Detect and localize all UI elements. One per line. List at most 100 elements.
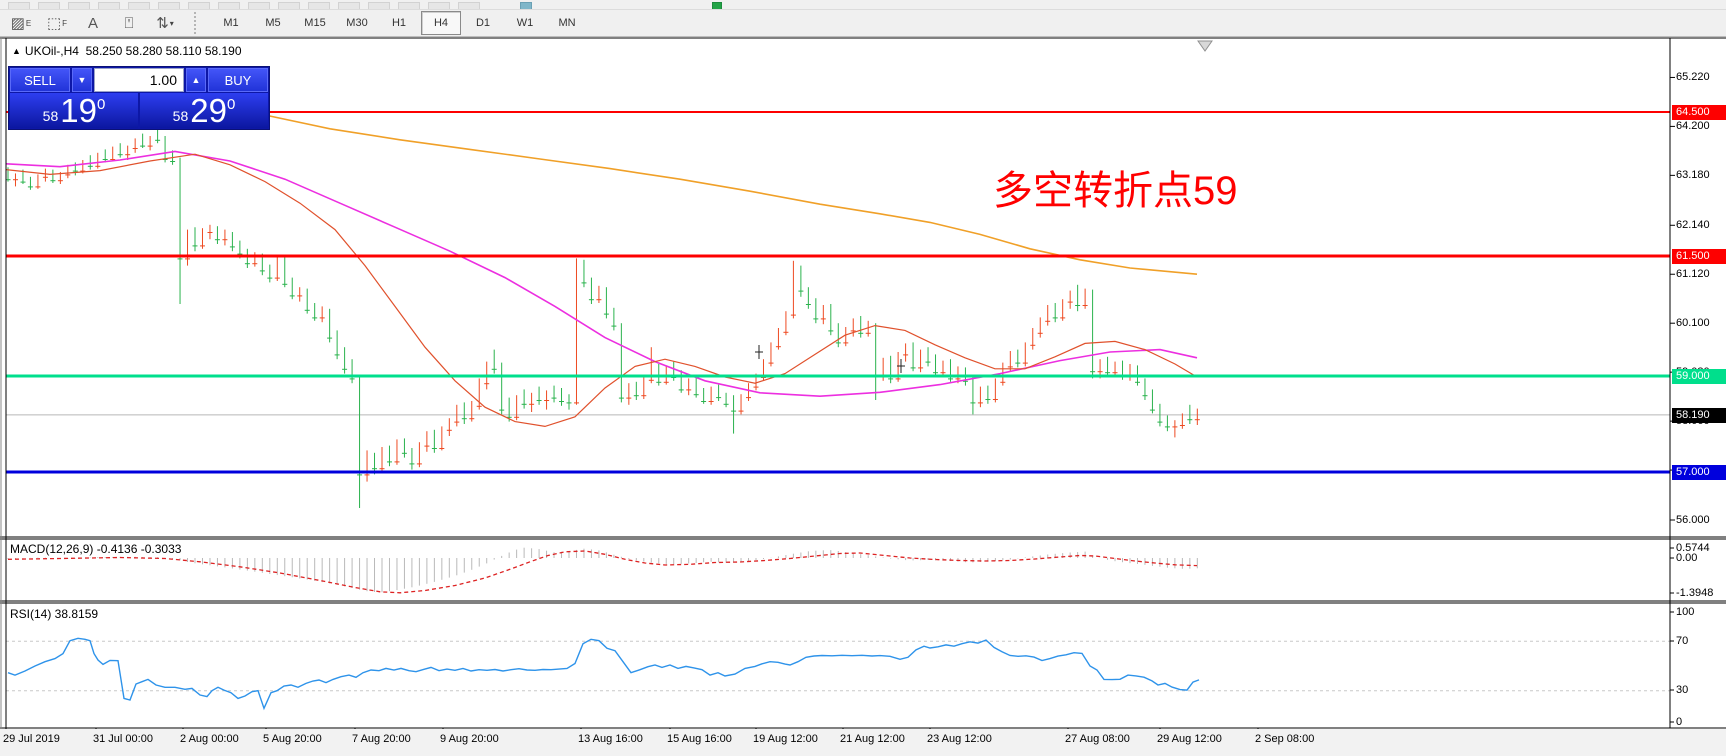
timeframe-button-h4[interactable]: H4 bbox=[421, 11, 461, 35]
buy-price-big: 29 bbox=[190, 92, 227, 129]
toolbar-top-button-stub[interactable] bbox=[8, 2, 30, 9]
toolbar-top-button-stub[interactable] bbox=[188, 2, 210, 9]
candle-body bbox=[372, 468, 377, 470]
buy-price-tile[interactable]: 58 29 0 bbox=[140, 93, 268, 128]
candle-body bbox=[387, 461, 392, 463]
candle-body bbox=[1187, 419, 1193, 421]
candle-body bbox=[13, 179, 18, 181]
sell-price-tile[interactable]: 58 19 0 bbox=[10, 93, 138, 128]
candle-body bbox=[738, 410, 744, 412]
candle-body bbox=[50, 180, 56, 182]
candle-body bbox=[955, 378, 961, 380]
toolbar-top-button-stub[interactable] bbox=[248, 2, 270, 9]
candle-body bbox=[933, 372, 938, 374]
candle-body bbox=[865, 332, 871, 334]
volume-decrease-button[interactable]: ▼ bbox=[72, 68, 92, 92]
candle-body bbox=[663, 381, 669, 383]
candle-body bbox=[484, 383, 490, 385]
toolbar-top-button-stub[interactable] bbox=[428, 2, 450, 9]
toolbar-top-button-stub[interactable] bbox=[158, 2, 180, 9]
timeframe-button-m5[interactable]: M5 bbox=[253, 11, 293, 35]
toolbar-top-button-stub[interactable] bbox=[128, 2, 150, 9]
candle-body bbox=[544, 400, 550, 401]
candle-body bbox=[992, 399, 998, 400]
rsi-axis-tick-label: 30 bbox=[1676, 684, 1689, 696]
candle-body bbox=[1179, 425, 1185, 426]
candle-body bbox=[940, 372, 946, 374]
candle-body bbox=[1075, 305, 1081, 306]
candle-body bbox=[686, 389, 692, 391]
rsi-label: RSI(14) 38.8159 bbox=[10, 607, 99, 621]
candle-body bbox=[948, 378, 953, 380]
candle-body bbox=[850, 330, 856, 332]
timeframe-button-mn[interactable]: MN bbox=[547, 11, 587, 35]
timeframe-button-d1[interactable]: D1 bbox=[463, 11, 503, 35]
sell-price-big: 19 bbox=[60, 92, 97, 129]
time-axis-label: 31 Jul 00:00 bbox=[93, 733, 153, 745]
timeframe-button-m1[interactable]: M1 bbox=[211, 11, 251, 35]
volume-increase-button[interactable]: ▲ bbox=[186, 68, 206, 92]
toolbar-top-button-stub[interactable] bbox=[98, 2, 120, 9]
candle-body bbox=[379, 468, 385, 470]
one-click-trading-panel: SELL ▼ 1.00 ▲ BUY 58 19 0 58 29 0 bbox=[8, 66, 270, 130]
candle-body bbox=[798, 290, 804, 292]
sell-price-small: 58 bbox=[42, 107, 59, 124]
toolbar-top-button-stub[interactable] bbox=[38, 2, 60, 9]
candle-body bbox=[1060, 317, 1066, 319]
price-axis-tick-label: 63.180 bbox=[1676, 169, 1710, 182]
text-box-icon[interactable]: ⍞ bbox=[114, 12, 144, 34]
candle-body bbox=[828, 330, 834, 332]
time-axis-label: 5 Aug 20:00 bbox=[263, 733, 322, 745]
candle-body bbox=[551, 397, 557, 399]
toolbar-top-button-stub[interactable] bbox=[68, 2, 90, 9]
toolbar-top-button-stub[interactable] bbox=[338, 2, 360, 9]
arrange-arrows-icon[interactable]: ⇅ ▾ bbox=[150, 12, 180, 34]
toolbar-top-green-indicator[interactable] bbox=[712, 2, 722, 9]
text-label-icon[interactable]: A bbox=[78, 12, 108, 34]
current-price-badge: 58.190 bbox=[1672, 407, 1726, 423]
price-axis-tick-label: 56.000 bbox=[1676, 514, 1710, 526]
candle-body bbox=[222, 239, 228, 241]
rsi-line bbox=[7, 637, 1200, 711]
toolbar-top-button-stub[interactable] bbox=[368, 2, 390, 9]
candle-body bbox=[177, 258, 183, 260]
timeframe-button-m15[interactable]: M15 bbox=[295, 11, 335, 35]
collapse-triangle-icon[interactable]: ▲ bbox=[12, 46, 21, 56]
toolbar-top-button-stub[interactable] bbox=[458, 2, 480, 9]
timeframe-button-h1[interactable]: H1 bbox=[379, 11, 419, 35]
candle-body bbox=[147, 145, 153, 147]
volume-input[interactable]: 1.00 bbox=[94, 68, 184, 92]
candle-body bbox=[185, 258, 190, 260]
sell-button[interactable]: SELL bbox=[10, 68, 70, 92]
indicator-hatch-icon[interactable]: ▨ E bbox=[6, 12, 36, 34]
rsi-axis-tick-label: 100 bbox=[1676, 606, 1695, 618]
candle-body bbox=[536, 400, 542, 401]
toolbar-top-button-stub[interactable] bbox=[308, 2, 330, 9]
candle-body bbox=[566, 402, 572, 404]
candle-body bbox=[626, 397, 632, 399]
candle-body bbox=[723, 403, 729, 405]
candle-body bbox=[1067, 301, 1073, 303]
level-price-badge: 57.000 bbox=[1672, 465, 1726, 480]
candle-body bbox=[1015, 362, 1021, 364]
chart-title: ▲ UKOil-,H4 58.250 58.280 58.110 58.190 bbox=[12, 44, 242, 58]
candle-body bbox=[903, 354, 909, 356]
grid-icon[interactable]: ⬚ F bbox=[42, 12, 72, 34]
toolbar-top-teal-indicator[interactable] bbox=[520, 2, 532, 9]
toolbar-top-button-stub[interactable] bbox=[218, 2, 240, 9]
ohlc-values: 58.250 58.280 58.110 58.190 bbox=[85, 44, 242, 58]
buy-button[interactable]: BUY bbox=[208, 68, 268, 92]
candle-body bbox=[252, 263, 258, 265]
candle-body bbox=[401, 452, 407, 454]
toolbar-top-row-clipped bbox=[0, 0, 1726, 10]
toolbar-top-button-stub[interactable] bbox=[278, 2, 300, 9]
candle-body bbox=[476, 405, 482, 407]
candle-body bbox=[304, 309, 310, 311]
toolbar-top-button-stub[interactable] bbox=[398, 2, 420, 9]
candle-body bbox=[35, 186, 41, 188]
level-price-badge: 61.500 bbox=[1672, 249, 1726, 264]
candle-body bbox=[95, 165, 101, 167]
candle-body bbox=[461, 418, 467, 420]
timeframe-button-w1[interactable]: W1 bbox=[505, 11, 545, 35]
timeframe-button-m30[interactable]: M30 bbox=[337, 11, 377, 35]
